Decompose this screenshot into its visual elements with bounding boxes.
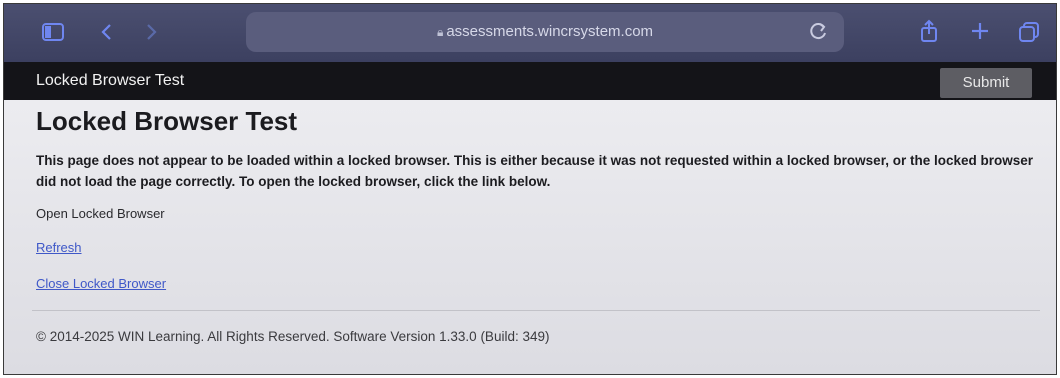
- refresh-link[interactable]: Refresh: [36, 240, 82, 255]
- close-locked-browser-link[interactable]: Close Locked Browser: [36, 276, 166, 291]
- screenshot-frame: 🔒︎ assessments.wincrsystem.com Locked Bro…: [3, 3, 1057, 375]
- browser-toolbar: 🔒︎ assessments.wincrsystem.com: [4, 4, 1056, 62]
- chevron-right-icon[interactable]: [146, 23, 158, 41]
- chevron-left-icon[interactable]: [100, 23, 112, 41]
- main-content: Locked Browser Test This page does not a…: [4, 100, 1056, 374]
- footer-copyright: © 2014-2025 WIN Learning. All Rights Res…: [36, 329, 550, 344]
- sidebar-icon[interactable]: [42, 23, 64, 41]
- reload-icon[interactable]: [810, 21, 828, 41]
- plus-icon[interactable]: [970, 21, 990, 41]
- lock-icon: 🔒︎: [436, 25, 444, 39]
- url-text: 🔒︎ assessments.wincrsystem.com: [436, 23, 654, 40]
- locked-browser-message: This page does not appear to be loaded w…: [36, 153, 1033, 189]
- footer-divider: [32, 310, 1040, 311]
- page-title: Locked Browser Test: [36, 106, 298, 136]
- share-icon[interactable]: [920, 19, 938, 43]
- address-bar[interactable]: 🔒︎ assessments.wincrsystem.com: [246, 12, 844, 52]
- app-header: Locked Browser Test Submit: [4, 62, 1056, 100]
- submit-button[interactable]: Submit: [940, 68, 1032, 98]
- app-header-title: Locked Browser Test: [36, 72, 185, 89]
- tabs-overview-icon[interactable]: [1018, 21, 1040, 43]
- open-locked-browser-label: Open Locked Browser: [36, 206, 165, 221]
